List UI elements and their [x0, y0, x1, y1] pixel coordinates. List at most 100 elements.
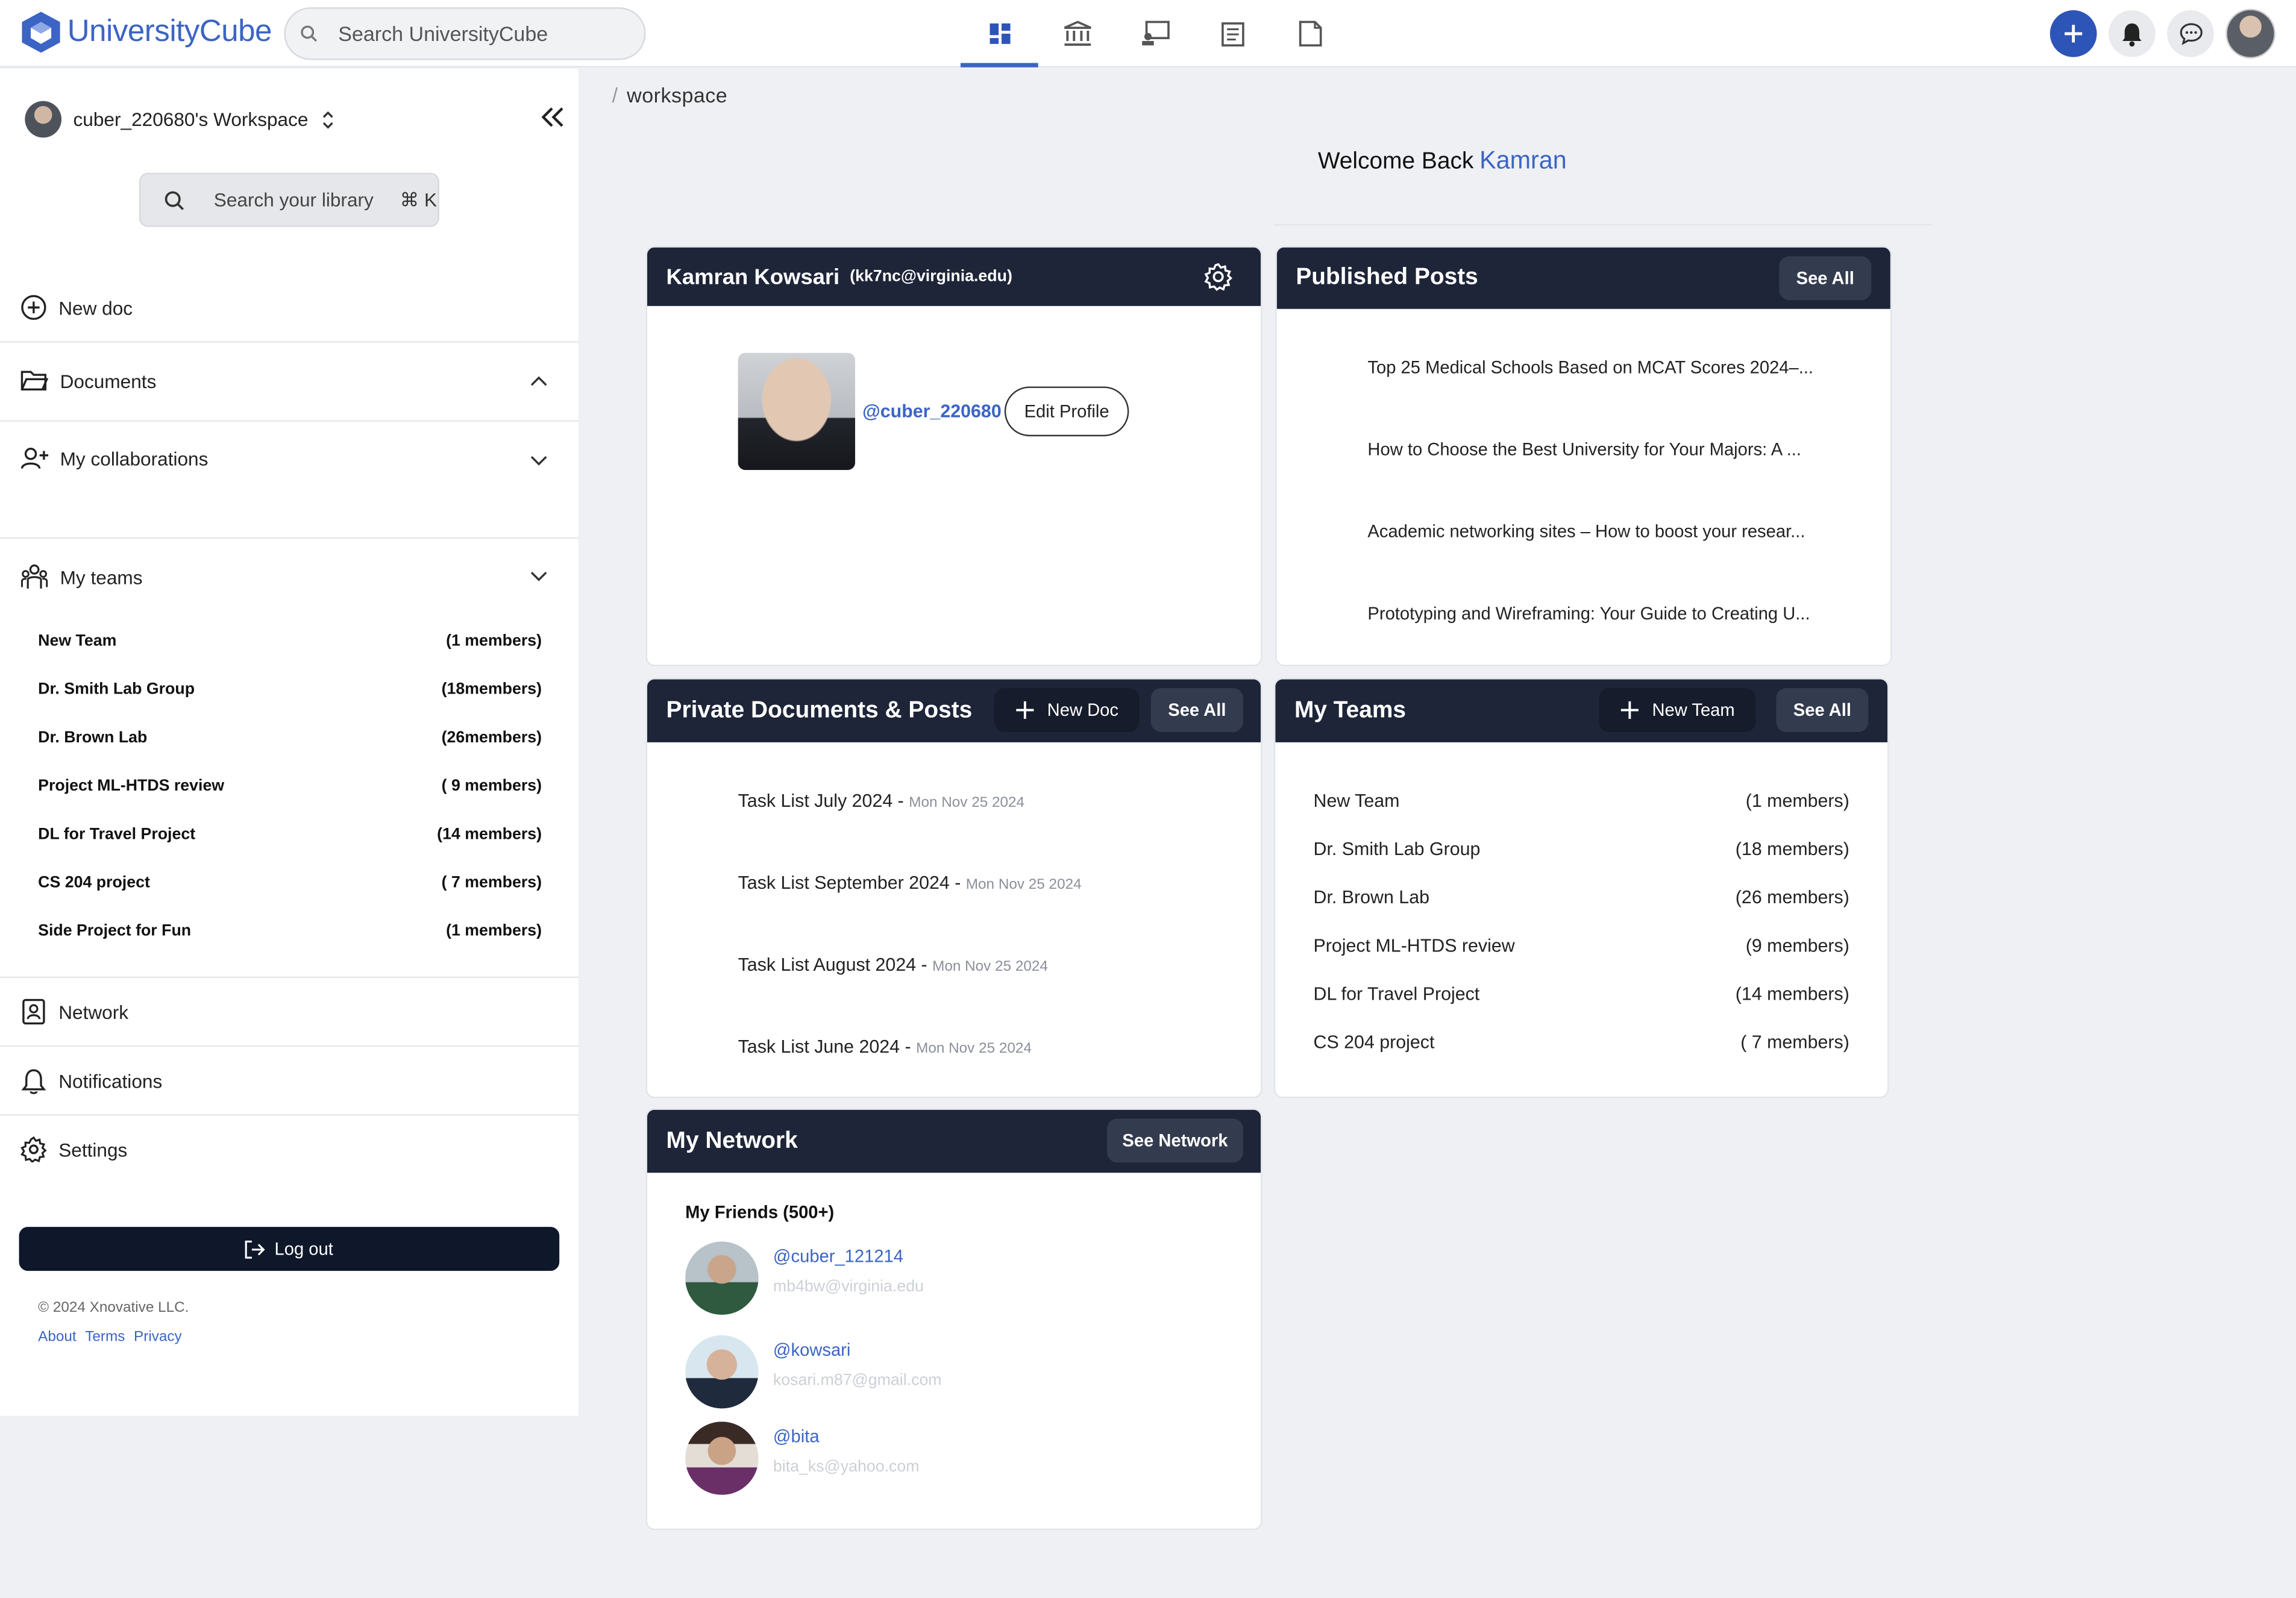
post-item[interactable]: Top 25 Medical Schools Based on MCAT Sco… [1367, 357, 1813, 378]
gear-icon[interactable] [1203, 262, 1233, 292]
global-search[interactable] [284, 7, 646, 60]
new-team-label: New Team [1652, 700, 1735, 721]
sidebar-team-item[interactable]: Project ML-HTDS review ( 9 members) [38, 777, 542, 826]
breadcrumb-current[interactable]: workspace [627, 83, 727, 107]
notifications-button[interactable] [2108, 10, 2156, 57]
divider [0, 1045, 579, 1047]
collaborations-label: My collaborations [60, 447, 209, 469]
logout-button[interactable]: Log out [19, 1227, 560, 1271]
private-docs-header: Private Documents & Posts New Doc See Al… [647, 679, 1261, 742]
profile-email: (kk7nc@virginia.edu) [850, 268, 1012, 286]
presentation-icon [1141, 20, 1169, 46]
friend-item[interactable]: @bita bita_ks@yahoo.com [685, 1421, 920, 1495]
welcome-heading: Welcome Back Kamran [1318, 146, 1567, 176]
nav-articles[interactable] [1193, 0, 1271, 67]
institution-icon [1063, 20, 1091, 46]
team-name: DL for Travel Project [1313, 983, 1480, 1004]
workspace-avatar [25, 101, 62, 138]
network-label: Network [58, 1000, 129, 1023]
welcome-user-name: Kamran [1479, 146, 1567, 175]
my-network-header: My Network See Network [647, 1109, 1261, 1173]
profile-photo [738, 352, 856, 470]
article-icon [1220, 21, 1244, 46]
edit-profile-button[interactable]: Edit Profile [1004, 386, 1129, 437]
library-search[interactable]: Search your library ⌘ K [139, 172, 439, 227]
friend-avatar [685, 1241, 759, 1315]
divider [1273, 224, 1933, 226]
sidebar-item-my-teams[interactable]: My teams [20, 563, 143, 590]
see-all-docs-button[interactable]: See All [1150, 688, 1243, 732]
doc-item[interactable]: Task List September 2024 - Mon Nov 25 20… [738, 873, 1082, 893]
team-row[interactable]: DL for Travel Project (14 members) [1314, 984, 1849, 1004]
see-all-posts-button[interactable]: See All [1779, 256, 1872, 301]
collapse-sidebar-icon[interactable] [542, 107, 565, 127]
doc-item[interactable]: Task List August 2024 - Mon Nov 25 2024 [738, 954, 1048, 975]
post-item[interactable]: Prototyping and Wireframing: Your Guide … [1367, 603, 1810, 624]
privacy-link[interactable]: Privacy [134, 1329, 182, 1346]
team-row[interactable]: New Team (1 members) [1314, 791, 1849, 811]
header-actions [2050, 8, 2276, 59]
dashboard-icon [989, 23, 1010, 44]
doc-date: Mon Nov 25 2024 [916, 1041, 1032, 1058]
user-avatar[interactable] [2225, 8, 2276, 59]
sidebar-team-item[interactable]: Dr. Smith Lab Group (18members) [38, 681, 542, 729]
nav-institutions[interactable] [1038, 0, 1116, 67]
add-user-icon [20, 448, 49, 469]
messages-button[interactable] [2167, 10, 2214, 57]
new-doc-button[interactable]: New doc [20, 294, 133, 321]
friend-handle[interactable]: @bita [773, 1426, 920, 1447]
sidebar-item-documents[interactable]: Documents [20, 369, 156, 392]
friend-item[interactable]: @cuber_121214 mb4bw@virginia.edu [685, 1241, 924, 1315]
sidebar-team-item[interactable]: CS 204 project ( 7 members) [38, 874, 542, 923]
my-teams-card: My Teams New Team See All New Team (1 mem… [1273, 677, 1889, 1098]
divider [0, 537, 579, 539]
team-name: CS 204 project [38, 874, 150, 892]
terms-link[interactable]: Terms [85, 1329, 125, 1346]
chevron-down-icon[interactable] [530, 456, 548, 467]
team-members: (26members) [441, 729, 542, 747]
see-network-button[interactable]: See Network [1106, 1118, 1243, 1163]
folder-icon [20, 371, 49, 391]
bell-icon [21, 1069, 46, 1094]
create-button[interactable] [2050, 10, 2097, 57]
post-item[interactable]: How to Choose the Best University for Yo… [1367, 439, 1801, 460]
breadcrumb: / workspace [612, 83, 727, 107]
app-logo[interactable]: UniversityCube [20, 10, 272, 54]
doc-item[interactable]: Task List July 2024 - Mon Nov 25 2024 [738, 791, 1024, 811]
see-all-teams-button[interactable]: See All [1776, 688, 1869, 732]
sidebar-team-item[interactable]: New Team (1 members) [38, 633, 542, 681]
sidebar-item-network[interactable]: Network [20, 998, 128, 1025]
sidebar-team-item[interactable]: Dr. Brown Lab (26members) [38, 729, 542, 777]
chevron-up-icon[interactable] [530, 375, 548, 386]
sidebar-team-item[interactable]: DL for Travel Project (14 members) [38, 826, 542, 874]
chevron-down-icon[interactable] [530, 571, 548, 583]
friend-handle[interactable]: @cuber_121214 [773, 1246, 924, 1267]
sidebar-item-collaborations[interactable]: My collaborations [20, 446, 208, 470]
new-doc-button[interactable]: New Doc [994, 688, 1140, 732]
sidebar-item-notifications[interactable]: Notifications [20, 1067, 162, 1095]
friend-item[interactable]: @kowsari kosari.m87@gmail.com [685, 1335, 942, 1409]
new-team-button[interactable]: New Team [1599, 688, 1756, 732]
team-row[interactable]: Dr. Brown Lab (26 members) [1314, 887, 1849, 907]
sidebar-team-item[interactable]: Side Project for Fun (1 members) [38, 923, 542, 971]
breadcrumb-separator: / [612, 83, 618, 107]
nav-documents[interactable] [1271, 0, 1349, 67]
profile-handle[interactable]: @cuber_220680 [862, 401, 1002, 422]
team-row[interactable]: Dr. Smith Lab Group (18 members) [1314, 839, 1849, 859]
about-link[interactable]: About [38, 1329, 77, 1346]
profile-name: Kamran Kowsari [666, 264, 840, 289]
team-row[interactable]: CS 204 project ( 7 members) [1314, 1032, 1849, 1053]
workspace-switcher[interactable]: cuber_220680's Workspace [25, 101, 334, 138]
search-icon [301, 25, 318, 42]
nav-presentations[interactable] [1116, 0, 1194, 67]
friend-handle[interactable]: @kowsari [773, 1340, 942, 1360]
global-search-input[interactable] [338, 22, 616, 46]
team-name: Project ML-HTDS review [1313, 935, 1515, 956]
post-item[interactable]: Academic networking sites – How to boost… [1367, 521, 1805, 542]
friend-avatar [685, 1421, 759, 1495]
team-name: Side Project for Fun [38, 922, 192, 940]
nav-dashboard[interactable] [960, 0, 1038, 67]
team-row[interactable]: Project ML-HTDS review (9 members) [1314, 936, 1849, 956]
sidebar-item-settings[interactable]: Settings [20, 1136, 127, 1163]
doc-item[interactable]: Task List June 2024 - Mon Nov 25 2024 [738, 1036, 1032, 1057]
